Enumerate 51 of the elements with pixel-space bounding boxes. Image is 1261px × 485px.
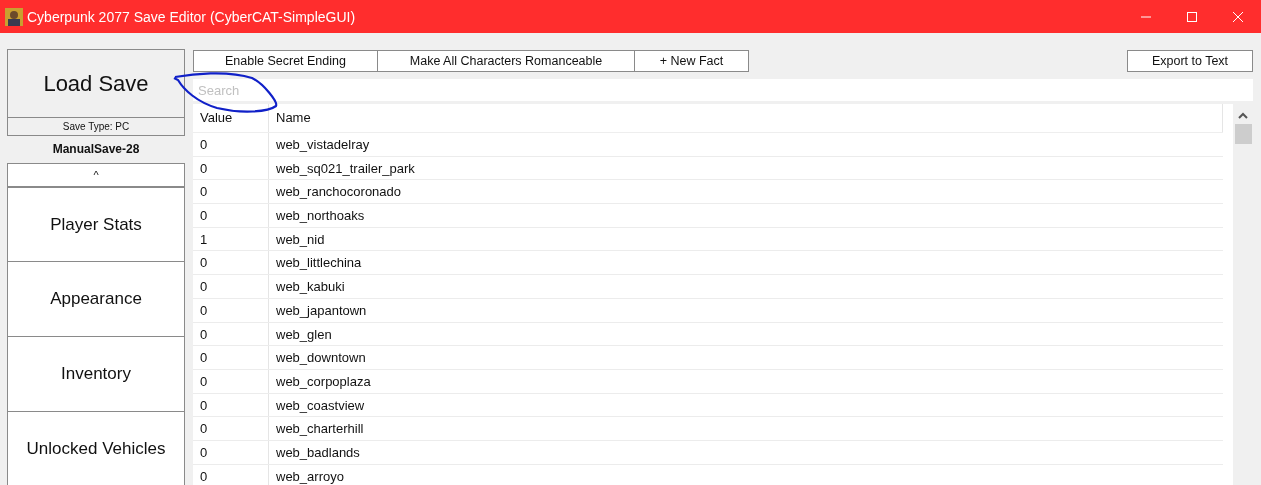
maximize-icon[interactable] (1186, 10, 1198, 23)
table-cell-text: web_sq021_trailer_park (275, 159, 416, 178)
table-cell: 0 (193, 133, 269, 156)
table-cell: 0 (193, 393, 269, 417)
scroll-thumb[interactable] (1234, 124, 1252, 144)
sidebar-item[interactable]: Inventory (7, 337, 185, 412)
table-cell: 0 (193, 204, 269, 227)
table-cell: 0 (193, 322, 269, 346)
column-header[interactable]: Name (269, 104, 1223, 132)
table-cell: 0 (193, 464, 269, 485)
table-cell: 0 (193, 156, 269, 180)
save-type-label: Save Type: PC (7, 118, 185, 136)
table-cell-text: web_japantown (275, 301, 368, 320)
table-cell-text: web_vistadelray (275, 136, 371, 154)
table-cell: 0 (193, 417, 269, 440)
table-cell: 0 (193, 180, 269, 204)
table-cell-text: web_littlechina (275, 254, 363, 273)
table-cell-text: web_coastview (275, 396, 366, 415)
table-cell-text: web_northoaks (275, 207, 366, 226)
sidebar-item[interactable]: Appearance (7, 262, 185, 337)
table-cell-text: web_downtown (275, 349, 367, 368)
table-cell: 0 (193, 251, 269, 275)
toolbar-button[interactable]: Make All Characters Romanceable (378, 50, 635, 72)
table-cell-text: web_arroyo (275, 467, 345, 485)
column-header[interactable]: Value (193, 104, 269, 132)
table-cell-text: web_kabuki (275, 278, 346, 297)
table-cell: 0 (193, 369, 269, 393)
table-cell-text: web_ranchocoronado (275, 183, 403, 202)
window-title: Cyberpunk 2077 Save Editor (CyberCAT-SimpleGUI) (27, 8, 356, 25)
load-save-button[interactable]: Load Save (7, 49, 185, 118)
sidebar-item[interactable]: Player Stats (7, 187, 185, 262)
table-cell: 0 (193, 346, 269, 369)
table-cell-text: web_corpoplaza (275, 372, 372, 391)
search-field[interactable]: Search (193, 79, 1253, 101)
toolbar-button[interactable]: Enable Secret Ending (193, 50, 378, 72)
collapse-button[interactable]: ^ (7, 163, 185, 187)
save-name-label: ManualSave-28 (51, 141, 141, 158)
scroll-up-icon[interactable] (1238, 112, 1248, 119)
app-icon (5, 7, 23, 26)
sidebar-item[interactable]: Unlocked Vehicles (7, 412, 185, 485)
export-button[interactable]: Export to Text (1127, 50, 1253, 72)
close-icon[interactable] (1232, 10, 1244, 23)
table-cell: 0 (193, 275, 269, 298)
table-cell-text: web_nid (275, 230, 326, 249)
table-cell-text: web_charterhill (275, 420, 365, 439)
table-cell: 1 (193, 227, 269, 251)
table-cell: 0 (193, 298, 269, 322)
table-cell-text: web_glen (275, 325, 333, 344)
table-cell-text: web_badlands (275, 443, 361, 462)
table-cell: 0 (193, 440, 269, 464)
toolbar-button[interactable]: + New Fact (635, 50, 749, 72)
